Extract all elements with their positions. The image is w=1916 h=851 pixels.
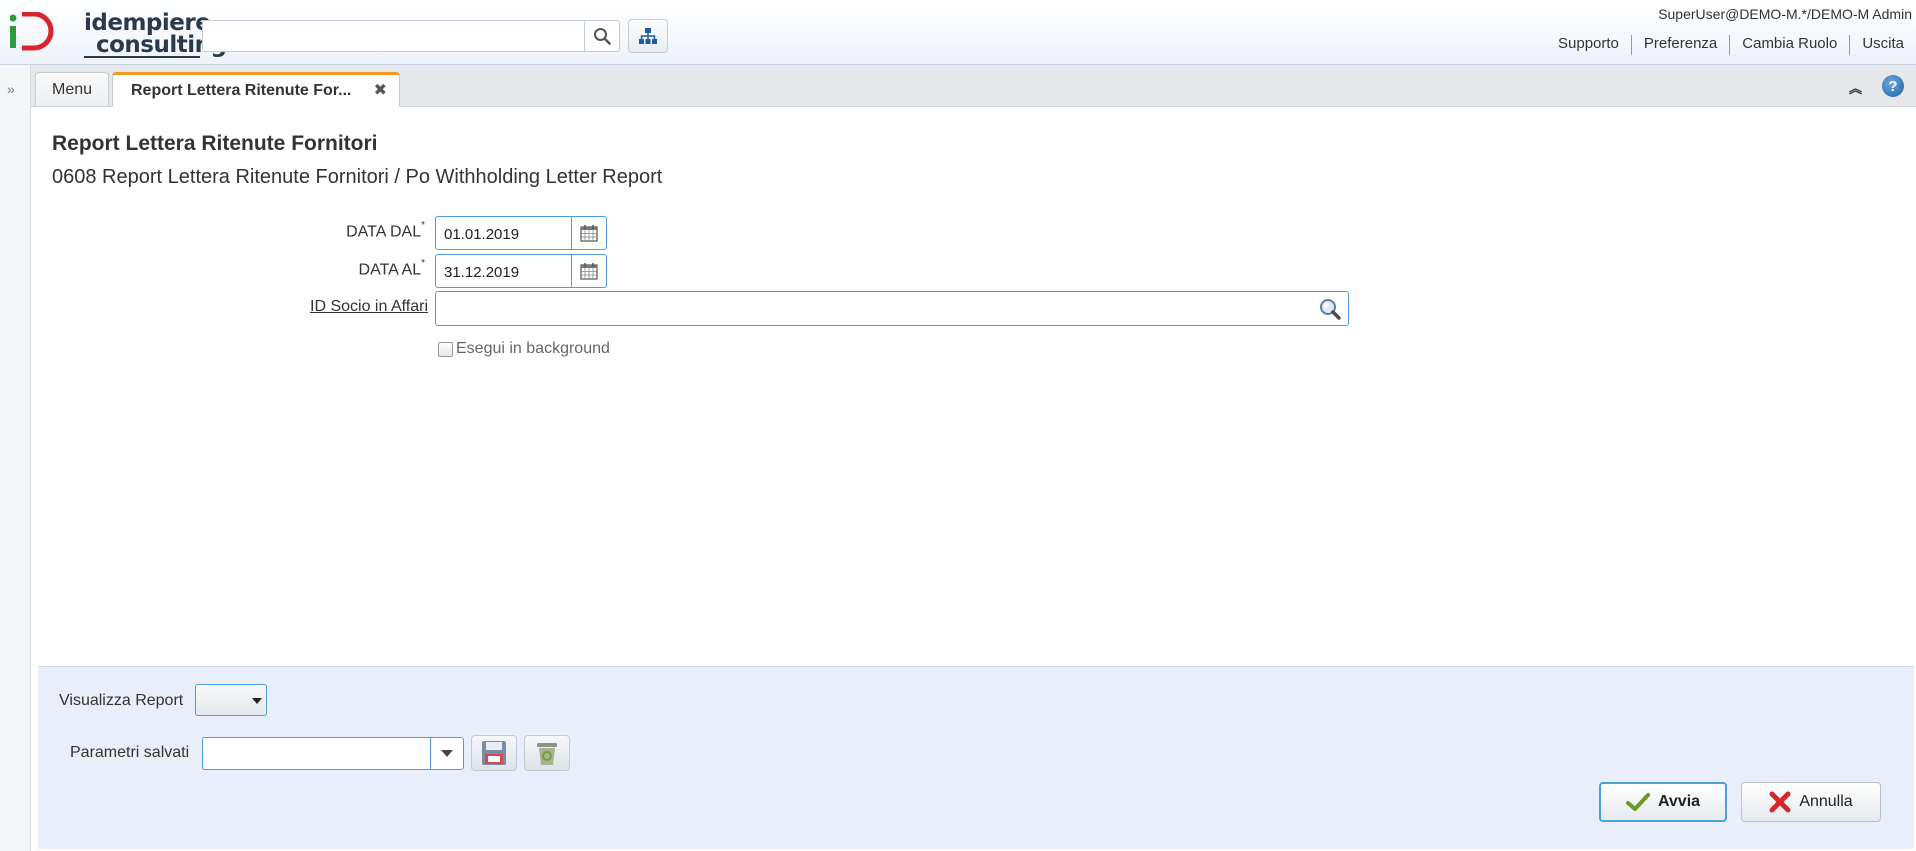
search-button[interactable] — [584, 21, 619, 51]
logout-link[interactable]: Uscita — [1849, 35, 1916, 55]
logo-text: idempiere consulting — [84, 12, 227, 58]
logo: idempiere consulting — [10, 8, 227, 60]
support-link[interactable]: Supporto — [1546, 35, 1631, 55]
date-to-calendar-button[interactable] — [571, 255, 606, 287]
calendar-icon — [580, 225, 598, 242]
collapse-icon[interactable]: ︽ — [1849, 78, 1862, 97]
business-partner-input[interactable] — [442, 296, 1306, 323]
saved-params-label: Parametri salvati — [70, 744, 190, 761]
lookup-icon[interactable] — [1318, 297, 1342, 321]
page-subtitle: 0608 Report Lettera Ritenute Fornitori /… — [52, 166, 663, 188]
view-report-label: Visualizza Report — [59, 692, 184, 709]
left-panel-collapsed: » — [0, 65, 31, 851]
business-partner-label[interactable]: ID Socio in Affari — [228, 298, 428, 316]
ok-button[interactable]: Avvia — [1599, 782, 1727, 822]
expand-icon[interactable]: » — [7, 81, 15, 97]
view-report-select[interactable] — [195, 684, 267, 716]
close-icon[interactable]: ✖ — [374, 80, 387, 100]
background-checkbox-label: Esegui in background — [456, 340, 610, 357]
saved-params-combobox[interactable] — [202, 737, 464, 770]
date-from-input[interactable] — [442, 221, 572, 247]
calendar-icon — [580, 263, 598, 280]
date-to-label: DATA AL* — [225, 258, 425, 279]
required-mark: * — [421, 220, 425, 231]
chevron-down-icon — [252, 698, 262, 704]
page-title: Report Lettera Ritenute Fornitori — [52, 132, 378, 155]
date-from-label-text: DATA DAL — [346, 223, 422, 241]
preferences-link[interactable]: Preferenza — [1630, 35, 1729, 55]
ok-button-label: Avvia — [1657, 793, 1701, 810]
date-to-input[interactable] — [442, 259, 572, 285]
logo-line-2: consulting — [84, 34, 227, 58]
chevron-down-icon — [441, 749, 453, 757]
date-from-calendar-button[interactable] — [571, 217, 606, 249]
cancel-button[interactable]: Annulla — [1741, 782, 1881, 822]
tab-bar: Menu Report Lettera Ritenute For... ✖ ︽ … — [31, 65, 1916, 107]
tab-menu-label: Menu — [52, 80, 93, 98]
tab-report-label: Report Lettera Ritenute For... — [131, 82, 352, 99]
business-partner-field — [435, 291, 1349, 326]
search-icon — [594, 28, 611, 45]
date-from-field — [435, 216, 607, 250]
background-option: Esegui in background — [438, 340, 610, 358]
tab-menu[interactable]: Menu — [35, 72, 109, 106]
cross-icon — [1769, 791, 1791, 813]
delete-icon — [537, 743, 557, 765]
change-role-link[interactable]: Cambia Ruolo — [1729, 35, 1849, 55]
logo-mark-icon — [10, 12, 54, 51]
save-icon — [482, 741, 506, 765]
tree-navigation-button[interactable] — [628, 19, 668, 53]
tab-report-active[interactable]: Report Lettera Ritenute For... ✖ — [112, 72, 400, 107]
date-to-label-text: DATA AL — [358, 261, 422, 279]
date-to-field — [435, 254, 607, 288]
tree-icon — [639, 28, 657, 44]
header-links: Supporto Preferenza Cambia Ruolo Uscita — [1546, 35, 1916, 55]
background-checkbox[interactable] — [438, 341, 453, 357]
help-icon[interactable]: ? — [1882, 75, 1904, 97]
delete-params-button[interactable] — [524, 735, 570, 771]
required-mark: * — [421, 258, 425, 269]
cancel-button-label: Annulla — [1799, 793, 1853, 810]
global-search-input[interactable] — [205, 23, 589, 51]
save-params-button[interactable] — [471, 735, 517, 771]
saved-params-dropdown-button[interactable] — [430, 738, 463, 769]
check-icon — [1625, 793, 1650, 811]
date-from-label: DATA DAL* — [225, 220, 425, 241]
user-info: SuperUser@DEMO-M.*/DEMO-M Admin — [1658, 6, 1912, 22]
global-search — [202, 20, 620, 52]
header: idempiere consulting SuperUser@DEMO-M.*/… — [0, 0, 1916, 65]
